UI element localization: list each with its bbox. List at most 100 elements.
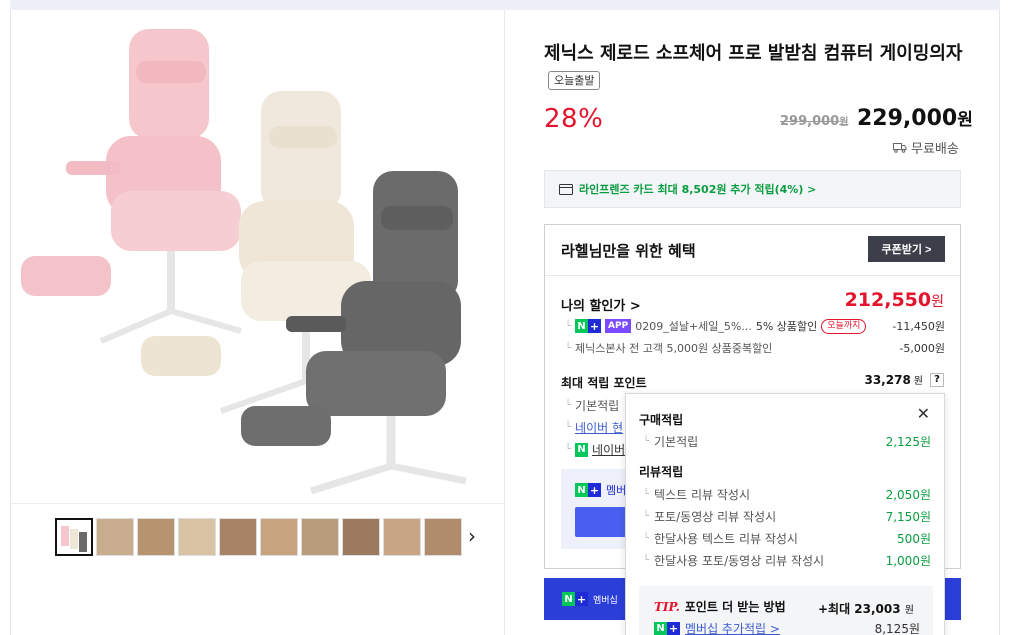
tooltip-row-label: 한달사용 포토/동영상 리뷰 작성시 xyxy=(654,554,825,568)
tooltip-row-label: 기본적립 xyxy=(654,435,699,449)
top-strip xyxy=(10,0,1000,10)
thumbnail-2[interactable] xyxy=(96,518,134,556)
my-discount-price: 212,550원 xyxy=(845,289,944,311)
thumbnail-7[interactable] xyxy=(301,518,339,556)
membership-text: N + 멤버 xyxy=(575,482,626,498)
membership-bar-text: 멤버십 xyxy=(593,595,618,606)
branch-icon: └ xyxy=(565,400,572,411)
sale-price: 229,000원 xyxy=(857,105,973,131)
thumbnail-5[interactable] xyxy=(219,518,257,556)
thumbnail-10[interactable] xyxy=(424,518,462,556)
points-row-naver[interactable]: └ 네이버 현 xyxy=(565,419,623,436)
today-shipping-tag: 오늘출발 xyxy=(548,71,601,90)
sale-price-unit: 원 xyxy=(957,110,973,130)
card-promo-text: 라인프렌즈 카드 최대 8,502원 추가 적립(4%) > xyxy=(579,183,817,196)
image-separator xyxy=(11,503,504,504)
branch-icon: └ xyxy=(643,511,650,522)
naver-plus-icon: N + xyxy=(575,319,602,333)
thumbnail-chairs-image xyxy=(61,526,87,552)
branch-icon: └ xyxy=(643,533,650,544)
card-icon xyxy=(559,183,573,195)
thumbnail-3[interactable] xyxy=(137,518,175,556)
discount-row-dup: └ 제닉스본사 전 고객 5,000원 상품중복할인 -5,000원 xyxy=(565,340,945,356)
max-points-number: 33,278 xyxy=(864,372,911,387)
tooltip-row-value: 500원 xyxy=(897,532,931,546)
thumbnail-9[interactable] xyxy=(383,518,421,556)
branch-icon: └ xyxy=(565,444,572,455)
naver-pay-icon: N xyxy=(575,442,589,457)
my-discount-unit: 원 xyxy=(931,294,944,310)
main-product-image[interactable] xyxy=(11,11,504,503)
branch-icon: └ xyxy=(565,320,572,332)
tooltip-row-label: 텍스트 리뷰 작성시 xyxy=(654,488,750,502)
max-points-unit: 원 xyxy=(913,376,923,387)
thumbnail-8[interactable] xyxy=(342,518,380,556)
coupon-button[interactable]: 쿠폰받기 > xyxy=(868,236,945,262)
tooltip-row-value: 2,125원 xyxy=(885,435,931,449)
purchase-points-header: 구매적립 xyxy=(639,413,684,427)
tip-max-value: +최대 23,003 xyxy=(817,602,901,616)
tip-membership-link[interactable]: 멤버십 추가적립 > xyxy=(685,620,780,635)
my-discount-value: 212,550 xyxy=(844,289,932,311)
shipping-info: 무료배송 xyxy=(893,138,959,157)
close-icon[interactable]: ✕ xyxy=(917,404,930,423)
thumbnail-1[interactable] xyxy=(55,518,93,556)
tip-membership-value: 8,125원 xyxy=(874,622,920,635)
thumbnail-6[interactable] xyxy=(260,518,298,556)
branch-icon: └ xyxy=(565,342,572,354)
tooltip-row: └ 한달사용 텍스트 리뷰 작성시 500원 xyxy=(643,530,931,547)
tip-max: +최대 23,003 원 xyxy=(818,600,914,617)
discount-row-dup-amount: -5,000원 xyxy=(899,342,945,355)
max-points-label: 최대 적립 포인트 xyxy=(561,376,647,390)
tip-title: TIP. 포인트 더 받는 방법 xyxy=(654,598,786,615)
review-points-header: 리뷰적립 xyxy=(639,465,684,479)
gaming-chairs-illustration xyxy=(21,29,467,495)
discount-row-coupon-text: 0209_설날+세일_5%... xyxy=(635,320,752,333)
branch-icon: └ xyxy=(643,555,650,566)
discount-rate: 28% xyxy=(544,104,604,134)
tooltip-row-value: 7,150원 xyxy=(885,510,931,524)
chevron-right-icon[interactable]: › xyxy=(468,524,476,548)
tooltip-row: └ 한달사용 포토/동영상 리뷰 작성시 1,000원 xyxy=(643,552,931,569)
max-points-value: 33,278 원 ? xyxy=(864,372,944,387)
help-icon[interactable]: ? xyxy=(930,372,944,387)
card-promo-bar[interactable]: 라인프렌즈 카드 최대 8,502원 추가 적립(4%) > xyxy=(544,170,961,208)
column-divider xyxy=(504,10,505,635)
tooltip-row: └ 기본적립 2,125원 xyxy=(643,433,931,450)
tooltip-row-value: 2,050원 xyxy=(885,488,931,502)
thumbnail-strip xyxy=(55,518,462,556)
product-title-text: 제닉스 제로드 소프체어 프로 발받침 컴퓨터 게이밍의자 xyxy=(544,43,963,64)
discount-row-coupon: └ N + APP 0209_설날+세일_5%... 5% 상품할인 오늘까지 -… xyxy=(565,318,945,334)
tooltip-row-label: 포토/동영상 리뷰 작성시 xyxy=(654,510,777,524)
original-price: 299,000원 xyxy=(780,113,848,129)
branch-icon: └ xyxy=(643,489,650,500)
tip-membership-row[interactable]: N + 멤버십 추가적립 > 8,125원 xyxy=(654,620,920,635)
branch-icon: └ xyxy=(643,436,650,447)
my-discount-link[interactable]: 나의 할인가 > xyxy=(561,295,641,314)
pink-chair xyxy=(21,29,242,344)
tooltip-row: └ 텍스트 리뷰 작성시 2,050원 xyxy=(643,486,931,503)
original-price-value: 299,000 xyxy=(780,114,840,129)
sale-price-value: 229,000 xyxy=(857,106,958,131)
points-row-naver2-link[interactable]: 네이버 xyxy=(592,441,625,458)
points-row-basic: └ 기본적립 xyxy=(565,397,619,414)
tip-mark: TIP. xyxy=(654,599,680,614)
shipping-text: 무료배송 xyxy=(911,142,959,157)
tooltip-row: └ 포토/동영상 리뷰 작성시 7,150원 xyxy=(643,508,931,525)
points-row-naver-2[interactable]: └ N 네이버 xyxy=(565,441,625,458)
tip-max-unit: 원 xyxy=(904,605,914,616)
branch-icon: └ xyxy=(565,422,572,433)
benefit-separator xyxy=(545,275,960,276)
thumbnail-4[interactable] xyxy=(178,518,216,556)
tip-title-text: 포인트 더 받는 방법 xyxy=(684,600,786,614)
membership-label: 멤버 xyxy=(606,484,627,497)
product-title: 제닉스 제로드 소프체어 프로 발받침 컴퓨터 게이밍의자오늘출발 xyxy=(544,40,964,96)
points-row-naver-link[interactable]: 네이버 현 xyxy=(575,419,623,436)
tooltip-row-value: 1,000원 xyxy=(885,554,931,568)
original-price-unit: 원 xyxy=(839,117,849,128)
naver-plus-icon: N + xyxy=(562,592,588,606)
truck-icon xyxy=(893,143,907,153)
naver-plus-icon: N + xyxy=(654,621,680,635)
naver-plus-icon: N + xyxy=(575,483,601,497)
discount-row-coupon-amount: -11,450원 xyxy=(892,320,945,333)
